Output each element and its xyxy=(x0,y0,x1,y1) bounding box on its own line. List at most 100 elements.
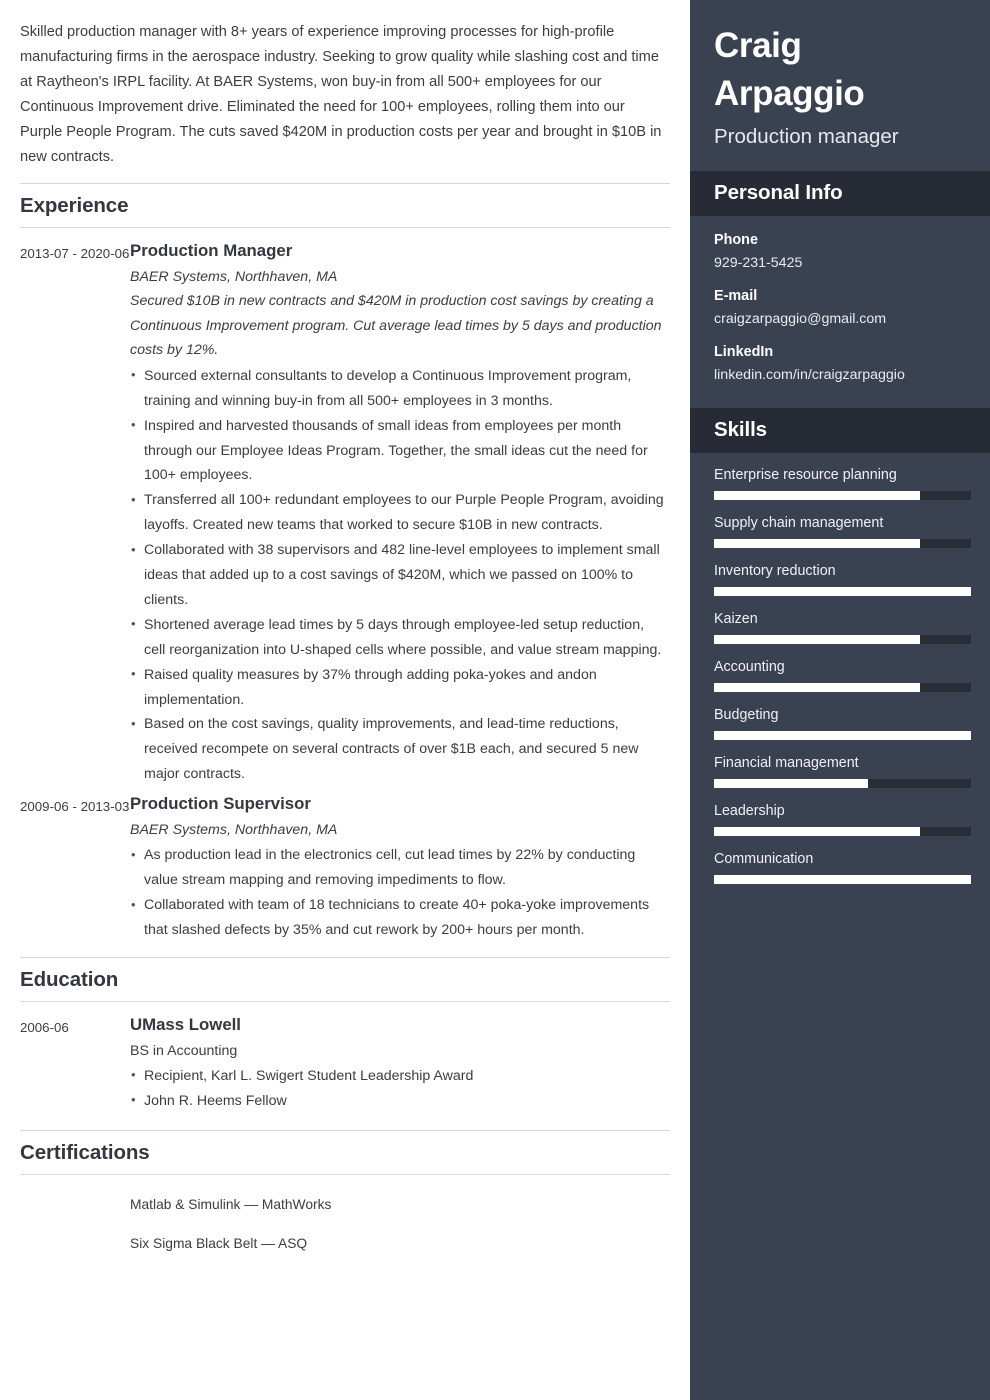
entry-degree: BS in Accounting xyxy=(130,1042,238,1059)
entry-bullet-list: As production lead in the electronics ce… xyxy=(130,843,667,943)
entry-bullet-list: Recipient, Karl L. Swigert Student Leade… xyxy=(130,1063,667,1114)
personal-info-header: Personal Info xyxy=(690,171,990,216)
resume-page: Skilled production manager with 8+ years… xyxy=(0,0,990,1400)
certification-row: Six Sigma Black Belt — ASQ xyxy=(20,1224,670,1263)
contact-label: Phone xyxy=(714,232,758,248)
skill-label: Supply chain management xyxy=(714,515,884,531)
certification-name: Matlab & Simulink — MathWorks xyxy=(130,1196,332,1212)
entry-school-name: UMass Lowell xyxy=(130,1014,241,1034)
skill-level-track xyxy=(714,539,971,548)
skill-level-track xyxy=(714,635,971,644)
skill-level-fill xyxy=(714,779,869,788)
experience-entry: 2009-06 - 2013-03 Production Supervisor … xyxy=(20,791,670,943)
candidate-first-name: Craig xyxy=(714,26,802,65)
skill-item: Budgeting xyxy=(714,705,971,740)
certifications-heading: Certifications xyxy=(20,1140,150,1164)
bullet-item: Inspired and harvested thousands of smal… xyxy=(130,413,667,489)
resume-sidebar: Craig Arpaggio Production manager Person… xyxy=(690,0,990,1400)
contact-value[interactable]: linkedin.com/in/craigzarpaggio xyxy=(714,365,970,385)
skill-level-track xyxy=(714,587,971,596)
skills-list: Enterprise resource planning Supply chai… xyxy=(690,453,990,907)
cert-date-spacer xyxy=(20,1224,130,1263)
contact-label: E-mail xyxy=(714,288,758,304)
skill-level-track xyxy=(714,779,971,788)
skill-level-fill xyxy=(714,827,920,836)
contact-item-email: E-mail craigzarpaggio@gmail.com xyxy=(714,286,970,329)
entry-company: BAER Systems, Northhaven, MA xyxy=(130,269,338,285)
sidebar-name-block: Craig Arpaggio Production manager xyxy=(690,0,990,171)
skill-label: Inventory reduction xyxy=(714,563,836,579)
skill-level-fill xyxy=(714,539,920,548)
bullet-item: Collaborated with 38 supervisors and 482… xyxy=(130,538,667,613)
contact-value[interactable]: craigzarpaggio@gmail.com xyxy=(714,309,970,329)
skill-level-fill xyxy=(714,491,920,500)
experience-entry: 2013-07 - 2020-06 Production Manager BAE… xyxy=(20,238,670,787)
skill-item: Kaizen xyxy=(714,609,971,644)
skill-level-track xyxy=(714,875,971,884)
certifications-section-header: Certifications xyxy=(20,1129,670,1175)
entry-bullet-list: Sourced external consultants to develop … xyxy=(130,363,667,787)
certification-name: Six Sigma Black Belt — ASQ xyxy=(130,1235,308,1251)
section-certifications: Certifications Matlab & Simulink — MathW… xyxy=(20,1129,670,1263)
education-section-header: Education xyxy=(20,956,670,1002)
personal-info-body: Phone 929-231-5425 E-mail craigzarpaggio… xyxy=(690,216,990,408)
skill-label: Budgeting xyxy=(714,707,779,723)
skills-header: Skills xyxy=(690,408,990,453)
skill-label: Financial management xyxy=(714,755,859,771)
contact-label: LinkedIn xyxy=(714,344,774,360)
professional-summary: Skilled production manager with 8+ years… xyxy=(20,24,662,165)
entry-date-range: 2013-07 - 2020-06 xyxy=(20,246,130,261)
experience-section-header: Experience xyxy=(20,183,670,228)
skills-heading: Skills xyxy=(714,418,767,441)
skill-item: Communication xyxy=(714,849,971,884)
candidate-last-name: Arpaggio xyxy=(714,74,865,113)
entry-description: Secured $10B in new contracts and $420M … xyxy=(130,293,662,359)
entry-date-range: 2009-06 - 2013-03 xyxy=(20,799,130,815)
bullet-item: Based on the cost savings, quality impro… xyxy=(130,712,667,787)
skill-level-track xyxy=(714,683,971,692)
skill-item: Supply chain management xyxy=(714,513,971,548)
contact-item-linkedin: LinkedIn linkedin.com/in/craigzarpaggio xyxy=(714,342,970,385)
skill-item: Financial management xyxy=(714,753,971,788)
bullet-item: John R. Heems Fellow xyxy=(130,1088,667,1114)
skill-item: Inventory reduction xyxy=(714,561,971,596)
bullet-item: Transferred all 100+ redundant employees… xyxy=(130,488,667,538)
experience-entries: 2013-07 - 2020-06 Production Manager BAE… xyxy=(20,238,670,943)
skill-level-fill xyxy=(714,731,971,740)
experience-heading: Experience xyxy=(20,194,129,217)
bullet-item: As production lead in the electronics ce… xyxy=(130,843,667,893)
entry-body: Production Manager BAER Systems, Northha… xyxy=(130,238,670,787)
bullet-item: Sourced external consultants to develop … xyxy=(130,363,667,414)
skill-level-fill xyxy=(714,875,971,884)
entry-body: UMass Lowell BS in Accounting Recipient,… xyxy=(130,1012,670,1114)
bullet-item: Raised quality measures by 37% through a… xyxy=(130,662,667,713)
skill-level-fill xyxy=(714,587,971,596)
skill-item: Enterprise resource planning xyxy=(714,465,971,500)
skill-level-fill xyxy=(714,635,920,644)
skill-label: Kaizen xyxy=(714,611,758,627)
skill-item: Leadership xyxy=(714,801,971,836)
skill-level-track xyxy=(714,827,971,836)
candidate-job-title: Production manager xyxy=(714,125,899,148)
skill-label: Communication xyxy=(714,851,814,867)
entry-date-range: 2006-06 xyxy=(20,1019,69,1035)
entry-job-title: Production Manager xyxy=(130,241,293,260)
entry-body: Production Supervisor BAER Systems, Nort… xyxy=(130,791,670,943)
bullet-item: Recipient, Karl L. Swigert Student Leade… xyxy=(130,1063,667,1089)
section-experience: Experience 2013-07 - 2020-06 Production … xyxy=(20,183,670,943)
skill-item: Accounting xyxy=(714,657,971,692)
bullet-item: Collaborated with team of 18 technicians… xyxy=(130,893,667,943)
skill-label: Enterprise resource planning xyxy=(714,467,897,483)
education-entry: 2006-06 UMass Lowell BS in Accounting Re… xyxy=(20,1012,670,1114)
education-heading: Education xyxy=(20,967,119,991)
entry-job-title: Production Supervisor xyxy=(130,794,311,814)
personal-info-heading: Personal Info xyxy=(714,181,843,204)
entry-company: BAER Systems, Northhaven, MA xyxy=(130,822,338,839)
contact-item-phone: Phone 929-231-5425 xyxy=(714,230,970,273)
contact-value[interactable]: 929-231-5425 xyxy=(714,253,970,273)
skill-label: Accounting xyxy=(714,659,785,675)
skill-level-fill xyxy=(714,683,920,692)
resume-main-column: Skilled production manager with 8+ years… xyxy=(0,0,690,1400)
certification-row: Matlab & Simulink — MathWorks xyxy=(20,1185,670,1224)
cert-date-spacer xyxy=(20,1185,130,1224)
